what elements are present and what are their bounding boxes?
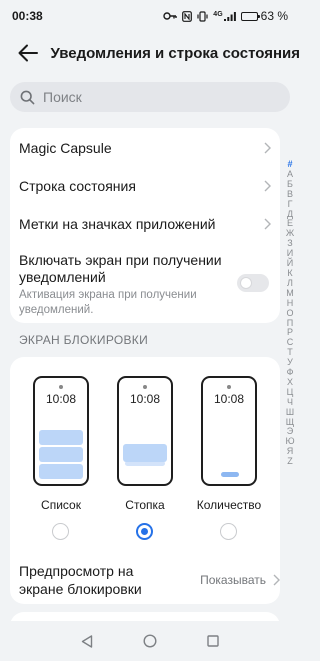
chevron-right-icon [264,142,271,154]
recents-nav-icon[interactable] [207,635,219,647]
style-radio-count[interactable] [220,523,237,540]
style-label-count: Количество [196,498,262,512]
back-icon[interactable] [16,40,40,66]
header: Уведомления и строка состояния [0,34,300,72]
status-bar: 00:38 4G 63 % [0,0,300,32]
alphabet-index-letter[interactable]: Z [287,456,293,467]
alphabet-index-letter[interactable]: О [286,308,293,319]
wake-screen-label: Включать экран при получении уведомлений [19,252,222,285]
status-bar-label: Строка состояния [19,178,136,194]
lock-preview-label: Предпросмотр на экране блокировки [19,563,142,597]
chevron-right-icon [273,574,280,586]
navigation-bar [0,621,300,661]
settings-card: Magic Capsule Строка состояния Метки на … [10,128,280,323]
notification-card [39,430,83,445]
network-type-label: 4G [213,10,223,18]
page-title: Уведомления и строка состояния [50,44,300,62]
style-radio-list[interactable] [52,523,69,540]
lock-preview-value: Показывать [200,573,266,587]
key-icon [163,12,177,20]
style-label-stack: Стопка [125,498,165,512]
wake-screen-sublabel: Активация экрана при получении уведомлен… [19,289,197,316]
battery-percent: 63 % [260,9,288,23]
notification-stack-front [123,444,167,462]
signal-icon [223,12,236,21]
preview-clock: 10:08 [213,392,245,406]
status-icons: 4G 63 % [163,9,288,23]
notification-count-pill [221,472,239,477]
preview-clock: 10:08 [129,392,161,406]
style-preview-stack[interactable]: 10:08 [117,376,173,486]
battery-icon [240,11,260,21]
wake-screen-item[interactable]: Включать экран при получении уведомлений… [19,252,271,316]
lock-preview-item[interactable]: Предпросмотр на экране блокировки Показы… [19,562,280,598]
style-preview-list[interactable]: 10:08 [33,376,89,486]
search-input[interactable]: Поиск [10,82,290,112]
magic-capsule-item[interactable]: Magic Capsule [19,138,271,158]
home-nav-icon[interactable] [143,634,157,648]
nfc-icon [182,10,193,22]
style-preview-count[interactable]: 10:08 [201,376,257,486]
chevron-right-icon [264,218,271,230]
app-badges-item[interactable]: Метки на значках приложений [19,214,271,234]
lock-screen-section-title: ЭКРАН БЛОКИРОВКИ [19,333,149,347]
status-time: 00:38 [12,9,43,23]
alphabet-index[interactable]: # A Б В Г Д Е Ж З И Й К Л М Н О П Р С Т У Ф Х Ц Ч Ш Щ Э Ю Я Z [284,159,296,467]
style-radio-stack[interactable] [136,523,153,540]
status-bar-item[interactable]: Строка состояния [19,176,271,196]
app-badges-label: Метки на значках приложений [19,216,216,232]
style-label-list: Список [41,498,81,512]
preview-clock: 10:08 [45,392,77,406]
notification-card [39,464,83,479]
notification-card [39,447,83,462]
chevron-right-icon [264,180,271,192]
battery: 63 % [240,9,288,23]
wake-screen-toggle[interactable] [237,274,269,292]
vibrate-icon [197,10,208,22]
search-placeholder: Поиск [43,89,82,105]
search-icon [20,90,35,104]
magic-capsule-label: Magic Capsule [19,140,112,156]
back-nav-icon[interactable] [81,634,93,648]
